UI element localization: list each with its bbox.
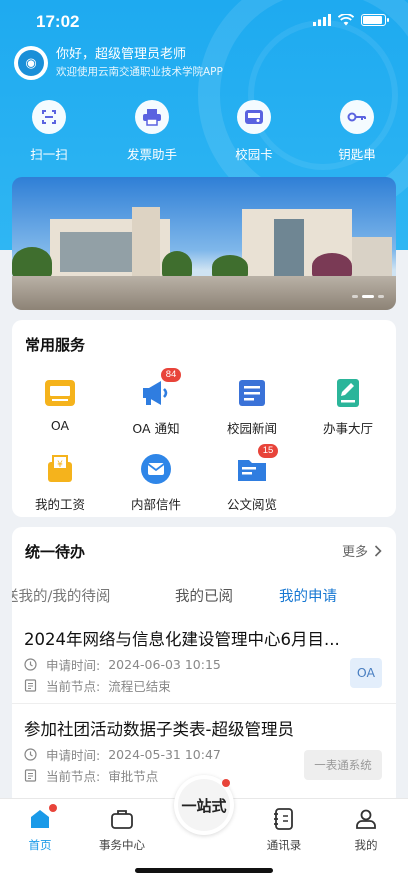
quick-card-button[interactable]: 校园卡 bbox=[209, 100, 299, 163]
printer-icon bbox=[135, 100, 169, 134]
services-title: 常用服务 bbox=[25, 336, 86, 354]
one-stop-label: 一站式 bbox=[178, 779, 230, 831]
todo-item-title: 参加社团活动数据子类表-超级管理员 bbox=[24, 720, 294, 739]
folder-icon: 15 bbox=[236, 444, 278, 485]
quick-scan-button[interactable]: 扫一扫 bbox=[4, 100, 94, 163]
status-icons bbox=[313, 14, 389, 26]
todo-title: 统一待办 bbox=[25, 543, 86, 561]
clock-icon bbox=[24, 658, 37, 671]
contacts-icon bbox=[272, 807, 296, 831]
school-logo: ◉ bbox=[14, 46, 48, 80]
user-icon bbox=[354, 807, 378, 831]
service-campus-news[interactable]: 校园新闻 bbox=[204, 377, 300, 437]
time-label: 申请时间: bbox=[46, 748, 101, 763]
todo-item-node: 当前节点: 审批节点 bbox=[24, 766, 158, 785]
tab-read[interactable]: 我的已阅 bbox=[175, 585, 233, 606]
oa-notice-badge: 84 bbox=[161, 368, 181, 382]
one-stop-button[interactable]: 一站式 bbox=[174, 775, 234, 835]
common-services-card: 常用服务 OA 84 OA 通知 校园新闻 办事大厅 ¥ 我的工资 内部信件 1… bbox=[12, 320, 396, 517]
quick-actions: 扫一扫 发票助手 校园卡 钥匙串 bbox=[0, 100, 408, 170]
service-oa-notice-label: OA 通知 bbox=[132, 421, 180, 436]
campus-banner[interactable] bbox=[12, 177, 396, 310]
greeting-text: 你好，超级管理员老师 bbox=[56, 47, 187, 62]
clock-icon bbox=[24, 748, 37, 761]
nav-contacts-label: 通讯录 bbox=[266, 838, 302, 852]
svg-text:¥: ¥ bbox=[57, 460, 63, 470]
document-icon bbox=[24, 679, 37, 692]
home-icon bbox=[28, 804, 57, 831]
chevron-right-icon bbox=[374, 544, 382, 557]
service-internal-mail-label: 内部信件 bbox=[130, 497, 181, 512]
nav-contacts[interactable]: 通讯录 bbox=[244, 807, 324, 853]
service-affairs-hall-label: 办事大厅 bbox=[322, 421, 373, 436]
service-salary[interactable]: ¥ 我的工资 bbox=[12, 453, 108, 513]
quick-invoice-button[interactable]: 发票助手 bbox=[107, 100, 197, 163]
source-tag: OA bbox=[350, 658, 382, 688]
node-label: 当前节点: bbox=[46, 679, 101, 694]
banner-pager bbox=[352, 295, 384, 298]
todo-item-node: 当前节点: 流程已结束 bbox=[24, 676, 171, 695]
wifi-icon bbox=[338, 14, 354, 26]
nav-affairs-label: 事务中心 bbox=[99, 838, 145, 852]
todo-more-link[interactable]: 更多 bbox=[342, 541, 382, 560]
user-greeting: ◉ 你好，超级管理员老师 欢迎使用云南交通职业技术学院APP bbox=[14, 46, 223, 80]
service-oa-notice[interactable]: 84 OA 通知 bbox=[108, 368, 204, 437]
service-campus-news-label: 校园新闻 bbox=[226, 421, 277, 436]
more-label: 更多 bbox=[341, 545, 368, 560]
tab-sent-pending[interactable]: 送我的/我的待阅 bbox=[12, 585, 110, 606]
quick-scan-label: 扫一扫 bbox=[30, 147, 68, 162]
signal-icon bbox=[313, 14, 331, 26]
card-icon bbox=[237, 100, 271, 134]
document-icon bbox=[24, 769, 37, 782]
node-value: 流程已结束 bbox=[108, 679, 171, 694]
time-value: 2024-06-03 10:15 bbox=[108, 657, 221, 672]
quick-key-button[interactable]: 钥匙串 bbox=[312, 100, 402, 163]
quick-key-label: 钥匙串 bbox=[338, 147, 376, 162]
mail-icon bbox=[140, 453, 172, 485]
tab-my-applications[interactable]: 我的申请 bbox=[279, 585, 337, 606]
one-stop-red-dot bbox=[222, 779, 230, 787]
quick-card-label: 校园卡 bbox=[235, 147, 273, 162]
battery-icon bbox=[361, 14, 389, 26]
time-label: 申请时间: bbox=[46, 658, 101, 673]
divider bbox=[12, 703, 396, 704]
service-salary-label: 我的工资 bbox=[34, 497, 85, 512]
welcome-text: 欢迎使用云南交通职业技术学院APP bbox=[56, 66, 223, 78]
nav-mine[interactable]: 我的 bbox=[326, 807, 406, 853]
service-documents-label: 公文阅览 bbox=[226, 497, 277, 512]
quick-invoice-label: 发票助手 bbox=[126, 147, 177, 162]
nav-home[interactable]: 首页 bbox=[0, 804, 80, 853]
megaphone-icon: 84 bbox=[140, 368, 181, 409]
service-documents[interactable]: 15 公文阅览 bbox=[204, 444, 300, 513]
todo-item-title: 2024年网络与信息化建设管理中心6月目... bbox=[24, 630, 340, 649]
todo-item-time: 申请时间: 2024-06-03 10:15 bbox=[24, 655, 221, 674]
documents-badge: 15 bbox=[258, 444, 278, 458]
service-oa[interactable]: OA bbox=[12, 377, 108, 433]
home-red-dot bbox=[49, 804, 57, 812]
nav-mine-label: 我的 bbox=[354, 838, 378, 852]
nav-affairs-center[interactable]: 事务中心 bbox=[82, 807, 162, 853]
todo-tabs: 送我的/我的待阅 我的已阅 我的申请 bbox=[12, 585, 396, 609]
nav-home-label: 首页 bbox=[28, 838, 52, 852]
newspaper-icon bbox=[236, 377, 268, 409]
pen-book-icon bbox=[332, 377, 364, 409]
node-value: 审批节点 bbox=[108, 769, 159, 784]
briefcase-icon bbox=[110, 807, 134, 831]
todo-item-time: 申请时间: 2024-05-31 10:47 bbox=[24, 745, 221, 764]
scan-icon bbox=[32, 100, 66, 134]
service-oa-label: OA bbox=[50, 418, 70, 433]
oa-icon bbox=[44, 377, 76, 409]
key-icon bbox=[340, 100, 374, 134]
home-indicator bbox=[135, 868, 273, 873]
status-bar: 17:02 bbox=[0, 0, 408, 44]
time-value: 2024-05-31 10:47 bbox=[108, 747, 221, 762]
salary-icon: ¥ bbox=[44, 453, 76, 485]
node-label: 当前节点: bbox=[46, 769, 101, 784]
service-affairs-hall[interactable]: 办事大厅 bbox=[300, 377, 396, 437]
source-tag: 一表通系统 bbox=[304, 750, 382, 780]
status-time: 17:02 bbox=[36, 12, 80, 31]
unified-todo-card: 统一待办 更多 送我的/我的待阅 我的已阅 我的申请 2024年网络与信息化建设… bbox=[12, 527, 396, 807]
service-internal-mail[interactable]: 内部信件 bbox=[108, 453, 204, 513]
